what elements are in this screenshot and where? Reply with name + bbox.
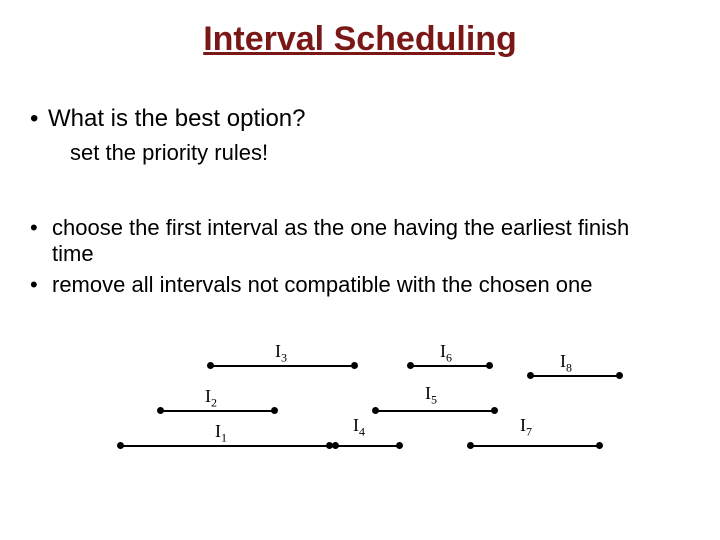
bullet-dot: •	[30, 272, 52, 298]
label-i3: I3	[275, 341, 287, 366]
slide-title: Interval Scheduling	[0, 20, 720, 59]
label-i6: I6	[440, 341, 452, 366]
interval-i5	[375, 410, 495, 412]
bullet-question-text: What is the best option?	[48, 105, 305, 132]
bullet-sub: set the priority rules!	[70, 140, 268, 166]
bullet-rule-1: •choose the first interval as the one ha…	[30, 215, 690, 267]
interval-diagram: I3 I6 I8 I2 I5 I1 I4 I7	[100, 335, 620, 495]
label-i2: I2	[205, 386, 217, 411]
label-i7: I7	[520, 415, 532, 440]
label-i4: I4	[353, 415, 365, 440]
interval-i8	[530, 375, 620, 377]
interval-i2	[160, 410, 275, 412]
bullet-rule-1-text: choose the first interval as the one hav…	[52, 215, 672, 267]
label-i1: I1	[215, 421, 227, 446]
slide: Interval Scheduling •What is the best op…	[0, 0, 720, 540]
interval-i4	[335, 445, 400, 447]
bullet-rule-2-text: remove all intervals not compatible with…	[52, 272, 672, 298]
label-i8: I8	[560, 351, 572, 376]
interval-i7	[470, 445, 600, 447]
bullet-dot: •	[30, 215, 52, 241]
bullet-question: •What is the best option?	[30, 105, 305, 133]
bullet-rule-2: •remove all intervals not compatible wit…	[30, 272, 690, 298]
label-i5: I5	[425, 383, 437, 408]
bullet-dot: •	[30, 105, 48, 133]
